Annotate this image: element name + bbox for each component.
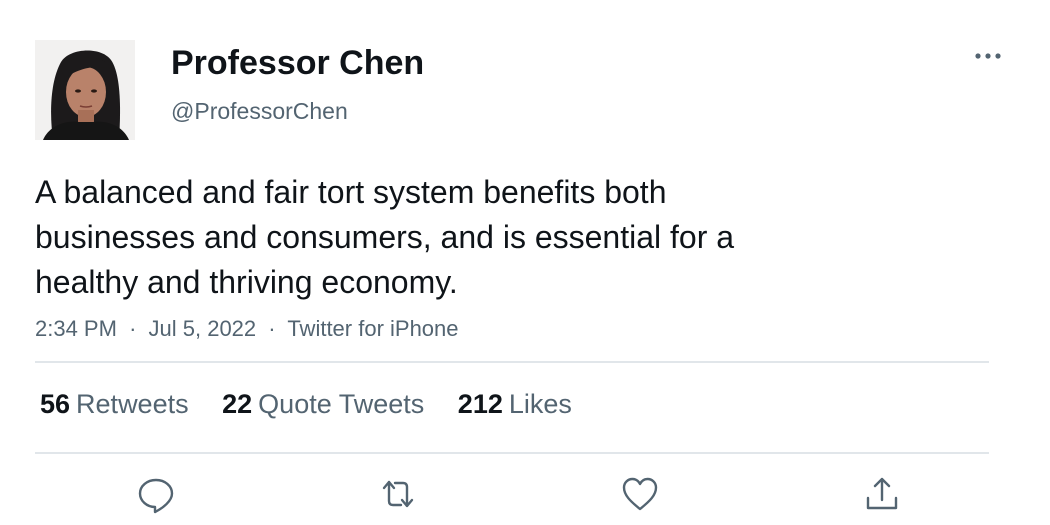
reply-button[interactable] — [136, 474, 176, 514]
quote-tweets-count: 22 — [222, 389, 253, 419]
tweet-text-line: healthy and thriving economy. — [35, 264, 458, 300]
tweet-card: Professor Chen @ProfessorChen A balanced… — [0, 0, 1050, 525]
profile-photo-icon — [35, 40, 135, 140]
likes-stat[interactable]: 212 Likes — [458, 386, 572, 422]
retweets-stat[interactable]: 56 Retweets — [40, 386, 189, 422]
display-name[interactable]: Professor Chen — [171, 41, 424, 85]
tweet-metadata: 2:34 PM · Jul 5, 2022 · Twitter for iPho… — [35, 314, 459, 344]
quote-tweets-stat[interactable]: 22 Quote Tweets — [222, 386, 424, 422]
likes-count: 212 — [457, 389, 503, 419]
like-button[interactable] — [620, 474, 660, 514]
share-icon — [866, 477, 898, 510]
tweet-text-line: A balanced and fair tort system benefits… — [35, 174, 667, 210]
user-handle[interactable]: @ProfessorChen — [171, 96, 348, 126]
likes-label: Likes — [508, 389, 572, 419]
tweet-date[interactable]: Jul 5, 2022 — [149, 316, 257, 341]
divider — [35, 452, 989, 454]
tweet-text-line: businesses and consumers, and is essenti… — [35, 219, 735, 255]
retweets-label: Retweets — [76, 389, 189, 419]
avatar[interactable] — [35, 40, 135, 140]
retweets-count: 56 — [40, 389, 71, 419]
tweet-time[interactable]: 2:34 PM — [35, 316, 117, 341]
quote-tweets-label: Quote Tweets — [258, 389, 425, 419]
tweet-source[interactable]: Twitter for iPhone — [287, 316, 458, 341]
engagement-stats: 56 Retweets 22 Quote Tweets 212 Likes — [40, 386, 598, 422]
share-button[interactable] — [862, 474, 902, 514]
separator: · — [129, 316, 137, 341]
reply-icon — [138, 478, 174, 514]
retweet-icon — [382, 480, 414, 508]
retweet-button[interactable] — [378, 474, 418, 514]
more-options-icon[interactable] — [970, 44, 1006, 68]
separator: · — [268, 316, 276, 341]
like-icon — [622, 477, 658, 511]
tweet-text: A balanced and fair tort system benefits… — [35, 170, 855, 305]
divider — [35, 361, 989, 363]
